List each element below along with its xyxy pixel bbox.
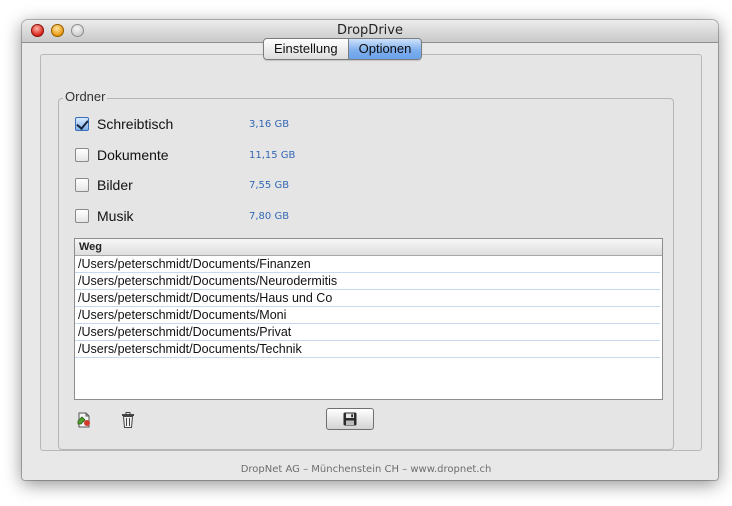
checkbox-bilder[interactable] — [75, 178, 89, 192]
save-button[interactable] — [326, 408, 374, 430]
add-file-icon — [77, 412, 90, 428]
folder-row-musik[interactable]: Musik 7,80 GB — [75, 206, 289, 226]
table-row[interactable]: /Users/peterschmidt/Documents/Neurodermi… — [75, 273, 660, 290]
footer-credits: DropNet AG – Münchenstein CH – www.dropn… — [240, 464, 492, 475]
tab-control: Einstellung Optionen — [263, 38, 423, 60]
table-row[interactable]: /Users/peterschmidt/Documents/Moni — [75, 307, 660, 324]
folder-label: Musik — [97, 208, 134, 224]
column-header-weg[interactable]: Weg — [75, 239, 662, 256]
folder-size: 7,80 GB — [249, 210, 290, 222]
folder-row-schreibtisch[interactable]: Schreibtisch 3,16 GB — [75, 114, 289, 134]
zoom-window-icon[interactable] — [71, 24, 84, 37]
table-row[interactable]: /Users/peterschmidt/Documents/Technik — [75, 341, 660, 358]
minimize-window-icon[interactable] — [51, 24, 64, 37]
folder-size: 7,55 GB — [249, 179, 290, 191]
checkbox-musik[interactable] — [75, 209, 89, 223]
add-path-button[interactable] — [76, 412, 92, 428]
folder-row-dokumente[interactable]: Dokumente 11,15 GB — [75, 145, 295, 165]
close-window-icon[interactable] — [31, 24, 44, 37]
tab-optionen[interactable]: Optionen — [347, 39, 422, 59]
folder-row-bilder[interactable]: Bilder 7,55 GB — [75, 175, 289, 195]
paths-table[interactable]: Weg /Users/peterschmidt/Documents/Finanz… — [74, 238, 663, 400]
delete-path-button[interactable] — [120, 412, 136, 428]
checkbox-dokumente[interactable] — [75, 148, 89, 162]
table-row[interactable]: /Users/peterschmidt/Documents/Haus und C… — [75, 290, 660, 307]
table-row[interactable]: /Users/peterschmidt/Documents/Privat — [75, 324, 660, 341]
folder-size: 3,16 GB — [249, 118, 290, 130]
window-title: DropDrive — [337, 23, 403, 38]
folder-label: Dokumente — [97, 147, 169, 163]
folder-size: 11,15 GB — [249, 149, 296, 161]
folder-label: Bilder — [97, 177, 133, 193]
floppy-disk-icon — [343, 412, 357, 426]
folder-group-title: Ordner — [63, 89, 108, 104]
table-row[interactable]: /Users/peterschmidt/Documents/Finanzen — [75, 256, 660, 273]
tab-einstellung[interactable]: Einstellung — [264, 39, 348, 59]
folder-label: Schreibtisch — [97, 116, 174, 132]
trash-icon — [122, 412, 134, 428]
checkbox-schreibtisch[interactable] — [75, 117, 89, 131]
